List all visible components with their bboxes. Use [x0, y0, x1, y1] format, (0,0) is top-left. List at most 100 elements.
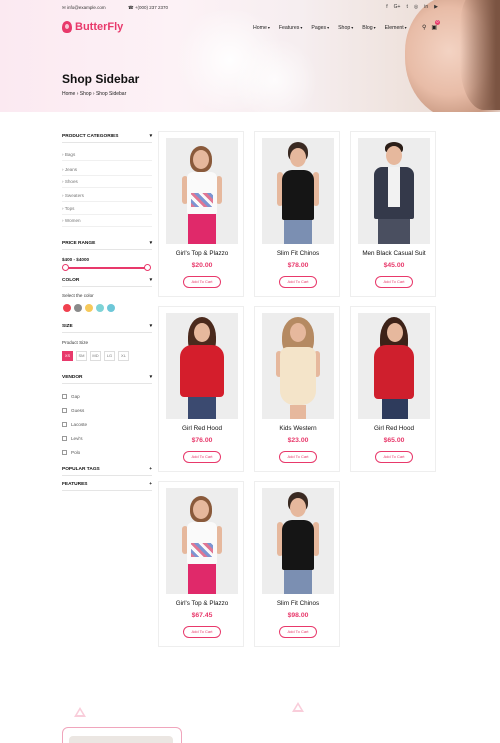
product-card[interactable]: Girl Red Hood $76.00 Add To Cart: [158, 306, 244, 472]
color-title: COLOR: [62, 278, 80, 283]
phone-contact[interactable]: ☎ +(000) 237 2370: [128, 5, 168, 11]
linkedin-icon[interactable]: in: [424, 4, 428, 10]
product-name[interactable]: Girl Red Hood: [159, 425, 245, 432]
color-swatch-red[interactable]: [63, 304, 71, 312]
chevron-down-icon: ▾: [149, 134, 152, 139]
add-to-cart-button[interactable]: Add To Cart: [375, 451, 413, 463]
youtube-icon[interactable]: ▶: [434, 4, 438, 10]
top-bar: ✉ info@example.com ☎ +(000) 237 2370 f G…: [62, 4, 438, 14]
features-header[interactable]: FEATURES +: [62, 482, 152, 491]
product-name[interactable]: Girl Red Hood: [351, 425, 437, 432]
nav-item-element[interactable]: Element▾: [385, 25, 407, 31]
price-slider-max-handle[interactable]: [144, 264, 151, 271]
nav-item-blog[interactable]: Blog▾: [362, 25, 375, 31]
breadcrumb-home[interactable]: Home: [62, 91, 75, 97]
product-name[interactable]: Men Black Casual Suit: [351, 250, 437, 257]
product-image[interactable]: [166, 488, 238, 594]
vendor-item-levis[interactable]: Levi's: [62, 436, 83, 441]
nav-item-home[interactable]: Home▾: [253, 25, 270, 31]
category-item-jeans[interactable]: › Jeans: [62, 167, 152, 176]
facebook-icon[interactable]: f: [386, 4, 387, 10]
brand-logo[interactable]: ButterFly: [62, 19, 123, 35]
breadcrumb-shop[interactable]: Shop: [80, 91, 92, 97]
product-card[interactable]: Men Black Casual Suit $45.00 Add To Cart: [350, 131, 436, 297]
product-card[interactable]: Girl Red Hood $65.00 Add To Cart: [350, 306, 436, 472]
vendor-item-gap[interactable]: Gap: [62, 394, 80, 399]
vendor-header[interactable]: VENDOR ▾: [62, 375, 152, 384]
price-slider-track[interactable]: [65, 267, 149, 269]
add-to-cart-button[interactable]: Add To Cart: [183, 276, 221, 288]
color-swatch-gray[interactable]: [74, 304, 82, 312]
size-option-xl[interactable]: XL: [118, 351, 129, 361]
checkbox[interactable]: [62, 422, 67, 427]
product-image[interactable]: [166, 138, 238, 244]
product-card[interactable]: Slim Fit Chinos $78.00 Add To Cart: [254, 131, 340, 297]
product-image[interactable]: [358, 138, 430, 244]
add-to-cart-button[interactable]: Add To Cart: [183, 451, 221, 463]
instagram-icon[interactable]: ◎: [414, 4, 418, 10]
price-slider-min-handle[interactable]: [62, 264, 69, 271]
search-icon[interactable]: ⚲: [422, 24, 426, 31]
product-name[interactable]: Girl's Top & Plazzo: [159, 250, 245, 257]
add-to-cart-button[interactable]: Add To Cart: [375, 276, 413, 288]
chevron-down-icon: ▾: [149, 375, 152, 380]
product-image[interactable]: [262, 138, 334, 244]
categories-header[interactable]: PRODUCT CATEGORIES ▾: [62, 134, 152, 143]
color-header[interactable]: COLOR ▾: [62, 278, 152, 287]
vendor-item-guess[interactable]: Guess: [62, 408, 84, 413]
add-to-cart-button[interactable]: Add To Cart: [183, 626, 221, 638]
product-name[interactable]: Kids Western: [255, 425, 341, 432]
size-option-lg[interactable]: LG: [104, 351, 115, 361]
product-price: $76.00: [191, 437, 213, 444]
checkbox[interactable]: [62, 408, 67, 413]
vendor-item-polo[interactable]: Polo: [62, 450, 80, 455]
product-image[interactable]: [262, 488, 334, 594]
chevron-down-icon: ▾: [327, 25, 330, 30]
size-option-md[interactable]: MD: [90, 351, 101, 361]
product-card[interactable]: Girl's Top & Plazzo $20.00 Add To Cart: [158, 131, 244, 297]
product-image[interactable]: [166, 313, 238, 419]
size-header[interactable]: SIZE ▾: [62, 324, 152, 333]
color-swatch-teal[interactable]: [96, 304, 104, 312]
product-name[interactable]: Slim Fit Chinos: [255, 600, 341, 607]
nav-item-features[interactable]: Features▾: [279, 25, 303, 31]
product-name[interactable]: Slim Fit Chinos: [255, 250, 341, 257]
add-to-cart-button[interactable]: Add To Cart: [279, 626, 317, 638]
checkbox[interactable]: [62, 450, 67, 455]
nav-item-pages[interactable]: Pages▾: [311, 25, 329, 31]
checkbox[interactable]: [62, 394, 67, 399]
product-card[interactable]: Slim Fit Chinos $98.00 Add To Cart: [254, 481, 340, 647]
color-swatch-cyan[interactable]: [107, 304, 115, 312]
price-range-value: $400 - $4000: [62, 257, 90, 262]
email-contact[interactable]: ✉ info@example.com: [62, 5, 106, 11]
chevron-down-icon: ▾: [373, 25, 376, 30]
cart-icon[interactable]: ▣: [431, 24, 437, 31]
category-item-tops[interactable]: › Tops: [62, 206, 152, 215]
category-item-women[interactable]: › Women: [62, 218, 152, 227]
color-swatch-yellow[interactable]: [85, 304, 93, 312]
chevron-down-icon: ▾: [149, 324, 152, 329]
size-option-sm[interactable]: SM: [76, 351, 87, 361]
price-range-header[interactable]: PRICE RANGE ▾: [62, 241, 152, 250]
product-card[interactable]: Kids Western $23.00 Add To Cart: [254, 306, 340, 472]
color-select-label: Select the color: [62, 293, 94, 298]
vendor-item-lacoste[interactable]: Lacoste: [62, 422, 87, 427]
product-image[interactable]: [358, 313, 430, 419]
category-item-bags[interactable]: › Bags: [62, 152, 152, 161]
twitter-icon[interactable]: t: [406, 4, 407, 10]
size-option-xs[interactable]: XS: [62, 351, 73, 361]
product-card[interactable]: Girl's Top & Plazzo $67.45 Add To Cart: [158, 481, 244, 647]
nav-item-shop[interactable]: Shop▾: [338, 25, 353, 31]
google-plus-icon[interactable]: G+: [394, 4, 401, 10]
category-item-sweaters[interactable]: › Sweaters: [62, 193, 152, 202]
product-image[interactable]: [262, 313, 334, 419]
popular-tags-header[interactable]: POPULAR TAGS +: [62, 467, 152, 476]
social-links: f G+ t ◎ in ▶: [386, 4, 438, 10]
checkbox[interactable]: [62, 436, 67, 441]
add-to-cart-button[interactable]: Add To Cart: [279, 451, 317, 463]
product-name[interactable]: Girl's Top & Plazzo: [159, 600, 245, 607]
product-price: $98.00: [287, 612, 309, 619]
add-to-cart-button[interactable]: Add To Cart: [279, 276, 317, 288]
chevron-down-icon: ▾: [149, 278, 152, 283]
category-item-shoes[interactable]: › Shoes: [62, 179, 152, 188]
